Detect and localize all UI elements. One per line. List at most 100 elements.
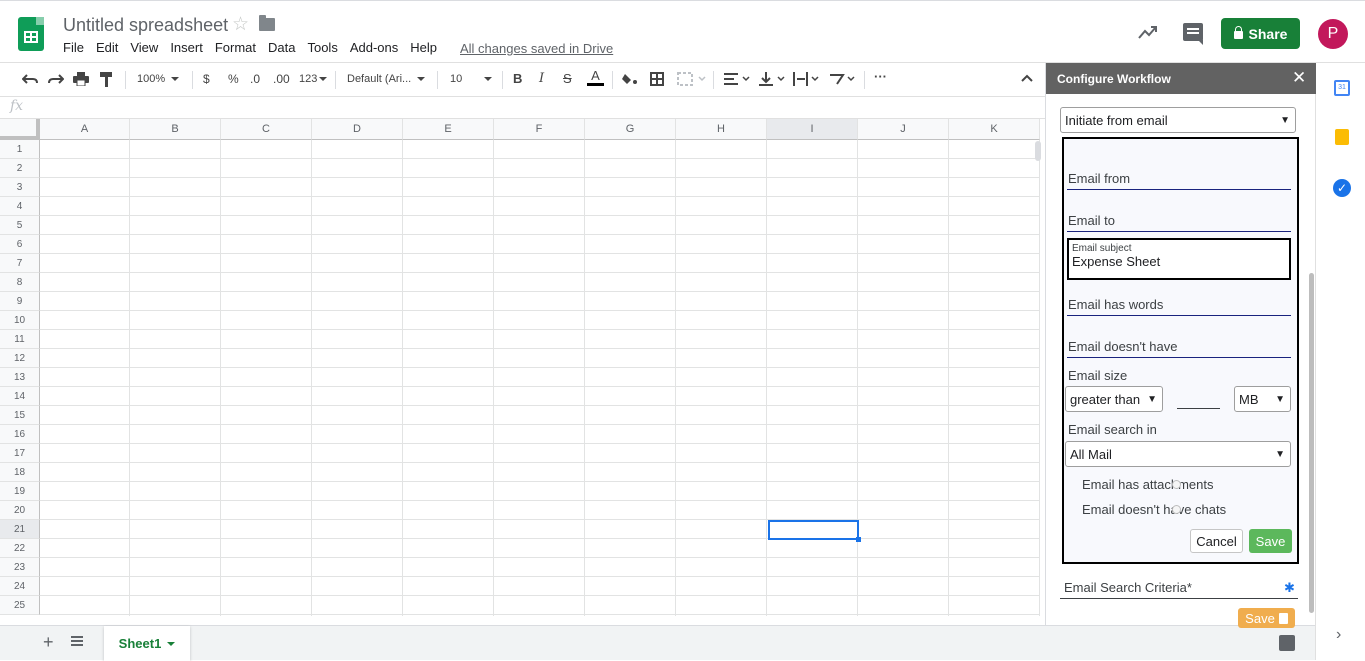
column-header-f[interactable]: F — [494, 119, 585, 140]
more-options-button[interactable]: ··· — [874, 69, 887, 84]
menu-tools[interactable]: Tools — [307, 40, 337, 55]
collapse-toolbar-icon[interactable] — [1021, 74, 1033, 82]
share-button[interactable]: Share — [1221, 18, 1300, 49]
size-value-input[interactable] — [1177, 408, 1220, 409]
font-size-select[interactable]: 10 — [450, 73, 493, 85]
tab-sheet1[interactable]: Sheet1 — [104, 626, 190, 661]
align-vertical-icon[interactable] — [759, 72, 787, 86]
percent-button[interactable]: % — [228, 72, 239, 86]
formula-bar[interactable]: fx — [0, 97, 1045, 119]
borders-icon[interactable] — [650, 72, 664, 86]
trigger-select[interactable]: Initiate from email ▼ — [1060, 107, 1296, 133]
row-header-11[interactable]: 11 — [0, 330, 40, 349]
row-header-19[interactable]: 19 — [0, 482, 40, 501]
print-icon[interactable] — [73, 72, 89, 86]
close-icon[interactable]: ✕ — [1292, 68, 1306, 88]
row-header-6[interactable]: 6 — [0, 235, 40, 254]
italic-button[interactable]: I — [539, 71, 544, 86]
column-header-j[interactable]: J — [858, 119, 949, 140]
comments-icon[interactable] — [1183, 23, 1203, 45]
email-search-criteria-field[interactable]: Email Search Criteria* — [1064, 580, 1192, 595]
panel-scrollbar[interactable] — [1309, 273, 1314, 613]
row-header-24[interactable]: 24 — [0, 577, 40, 596]
row-header-14[interactable]: 14 — [0, 387, 40, 406]
align-horizontal-icon[interactable] — [724, 72, 752, 86]
row-header-20[interactable]: 20 — [0, 501, 40, 520]
paint-format-icon[interactable] — [100, 72, 114, 87]
email-subject-field[interactable]: Email subject Expense Sheet — [1067, 238, 1291, 280]
column-header-k[interactable]: K — [949, 119, 1040, 140]
column-header-c[interactable]: C — [221, 119, 312, 140]
row-header-22[interactable]: 22 — [0, 539, 40, 558]
row-header-10[interactable]: 10 — [0, 311, 40, 330]
selected-cell-i21[interactable] — [768, 520, 859, 540]
spreadsheet-grid[interactable]: ABCDEFGHIJK 1 2 3 4 5 6 7 8 9 10 11 12 13 14 15 16 17 18 1… — [0, 119, 1045, 616]
email-to-field[interactable]: Email to — [1068, 213, 1115, 228]
undo-icon[interactable] — [22, 72, 38, 86]
row-header-5[interactable]: 5 — [0, 216, 40, 235]
row-header-15[interactable]: 15 — [0, 406, 40, 425]
calendar-icon[interactable]: 31 — [1334, 80, 1350, 96]
search-in-select[interactable]: All Mail ▼ — [1065, 441, 1291, 467]
sheets-logo-icon[interactable] — [18, 17, 44, 51]
column-header-g[interactable]: G — [585, 119, 676, 140]
row-header-18[interactable]: 18 — [0, 463, 40, 482]
menu-data[interactable]: Data — [268, 40, 295, 55]
explore-icon[interactable] — [1279, 635, 1295, 651]
vertical-scrollbar[interactable] — [1035, 141, 1041, 161]
cancel-button[interactable]: Cancel — [1190, 529, 1243, 553]
row-header-8[interactable]: 8 — [0, 273, 40, 292]
menu-addons[interactable]: Add-ons — [350, 40, 398, 55]
column-header-h[interactable]: H — [676, 119, 767, 140]
keep-icon[interactable] — [1335, 129, 1349, 145]
menu-help[interactable]: Help — [410, 40, 437, 55]
row-header-2[interactable]: 2 — [0, 159, 40, 178]
folder-icon[interactable] — [259, 15, 275, 31]
size-comparator-select[interactable]: greater than ▼ — [1065, 386, 1163, 412]
save-criteria-button[interactable]: Save — [1249, 529, 1292, 553]
email-from-field[interactable]: Email from — [1068, 171, 1130, 186]
row-header-25[interactable]: 25 — [0, 596, 40, 615]
text-rotation-icon[interactable] — [829, 72, 857, 86]
avatar[interactable]: P — [1318, 19, 1348, 49]
save-workflow-button[interactable]: Save — [1238, 608, 1295, 628]
chevron-right-icon[interactable]: › — [1336, 626, 1341, 644]
activity-trend-icon[interactable] — [1137, 21, 1159, 43]
text-color-button[interactable]: A — [587, 69, 604, 86]
column-header-i[interactable]: I — [767, 119, 858, 140]
row-header-12[interactable]: 12 — [0, 349, 40, 368]
row-header-3[interactable]: 3 — [0, 178, 40, 197]
number-format-select[interactable]: 123 — [299, 73, 328, 85]
menu-view[interactable]: View — [130, 40, 158, 55]
email-doesnt-have-field[interactable]: Email doesn't have — [1068, 339, 1177, 354]
column-header-e[interactable]: E — [403, 119, 494, 140]
tasks-icon[interactable]: ✓ — [1333, 179, 1351, 197]
has-attachments-checkbox[interactable]: Email has attachments — [1082, 477, 1214, 492]
gear-icon[interactable]: ✱ — [1284, 580, 1295, 596]
add-sheet-button[interactable]: + — [43, 632, 54, 653]
column-header-b[interactable]: B — [130, 119, 221, 140]
font-family-select[interactable]: Default (Ari... — [347, 73, 426, 85]
no-chats-checkbox[interactable]: Email doesn't have chats — [1082, 502, 1226, 517]
row-header-7[interactable]: 7 — [0, 254, 40, 273]
row-header-17[interactable]: 17 — [0, 444, 40, 463]
menu-insert[interactable]: Insert — [170, 40, 203, 55]
select-all-corner[interactable] — [0, 119, 40, 140]
text-wrap-icon[interactable] — [793, 72, 821, 86]
size-unit-select[interactable]: MB ▼ — [1234, 386, 1291, 412]
row-header-1[interactable]: 1 — [0, 140, 40, 159]
column-header-a[interactable]: A — [40, 119, 130, 140]
save-status-link[interactable]: All changes saved in Drive — [460, 41, 613, 56]
row-header-9[interactable]: 9 — [0, 292, 40, 311]
row-header-21[interactable]: 21 — [0, 520, 40, 539]
all-sheets-list-icon[interactable] — [71, 636, 83, 646]
currency-button[interactable]: $ — [203, 72, 210, 86]
row-header-13[interactable]: 13 — [0, 368, 40, 387]
strikethrough-button[interactable]: S — [563, 71, 572, 86]
email-has-words-field[interactable]: Email has words — [1068, 297, 1163, 312]
merge-cells-icon[interactable] — [677, 72, 707, 86]
row-header-16[interactable]: 16 — [0, 425, 40, 444]
row-header-4[interactable]: 4 — [0, 197, 40, 216]
zoom-select[interactable]: 100% — [137, 73, 180, 85]
menu-edit[interactable]: Edit — [96, 40, 118, 55]
